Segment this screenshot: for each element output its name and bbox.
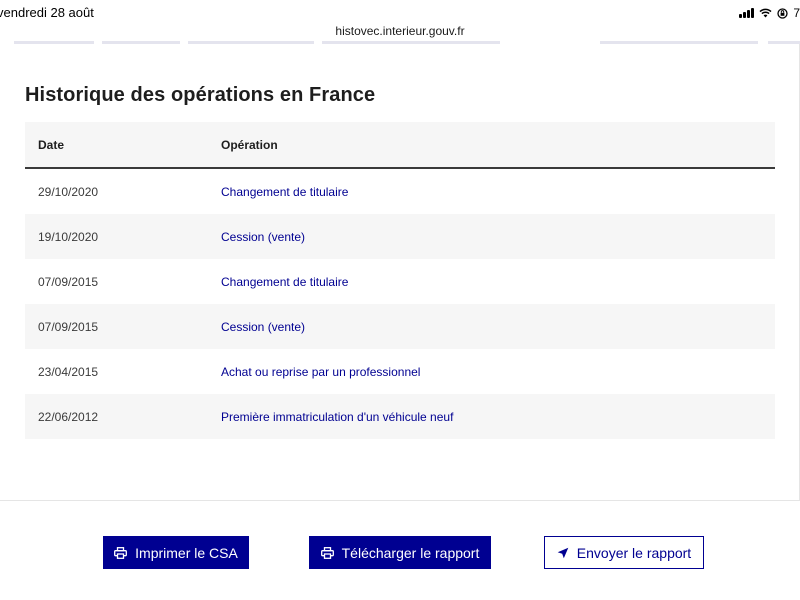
section-title: Historique des opérations en France bbox=[25, 84, 376, 106]
row-date: 07/09/2015 bbox=[38, 275, 99, 289]
battery-percentage: 7 bbox=[793, 6, 800, 20]
table-row: 23/04/2015 Achat ou reprise par un profe… bbox=[25, 349, 775, 394]
url-text: histovec.interieur.gouv.fr bbox=[335, 24, 465, 38]
row-date: 07/09/2015 bbox=[38, 320, 99, 334]
operations-table: Date Opération 29/10/2020 Changement de … bbox=[25, 122, 775, 439]
status-indicators: 7 bbox=[739, 6, 800, 20]
print-csa-button[interactable]: Imprimer le CSA bbox=[103, 536, 249, 569]
history-card: Historique des opérations en France Date… bbox=[0, 44, 800, 501]
rotation-lock-icon bbox=[777, 7, 788, 19]
row-date: 23/04/2015 bbox=[38, 365, 99, 379]
send-report-button[interactable]: Envoyer le rapport bbox=[544, 536, 704, 569]
row-operation-link[interactable]: Cession (vente) bbox=[221, 320, 305, 334]
column-header-operation: Opération bbox=[221, 138, 278, 152]
row-date: 29/10/2020 bbox=[38, 185, 99, 199]
row-date: 22/06/2012 bbox=[38, 410, 99, 424]
table-row: 19/10/2020 Cession (vente) bbox=[25, 214, 775, 259]
row-operation-link[interactable]: Changement de titulaire bbox=[221, 185, 348, 199]
table-row: 07/09/2015 Cession (vente) bbox=[25, 304, 775, 349]
status-date: vendredi 28 août bbox=[0, 5, 94, 20]
send-report-label: Envoyer le rapport bbox=[576, 544, 692, 561]
row-operation-link[interactable]: Première immatriculation d'un véhicule n… bbox=[221, 410, 453, 424]
table-row: 22/06/2012 Première immatriculation d'un… bbox=[25, 394, 775, 439]
table-row: 29/10/2020 Changement de titulaire bbox=[25, 169, 775, 214]
row-date: 19/10/2020 bbox=[38, 230, 99, 244]
row-operation-link[interactable]: Achat ou reprise par un professionnel bbox=[221, 365, 420, 379]
ios-status-bar: vendredi 28 août 7 bbox=[0, 0, 800, 24]
printer-icon bbox=[114, 546, 128, 559]
paper-plane-icon bbox=[557, 547, 569, 558]
wifi-icon bbox=[759, 8, 772, 18]
row-operation-link[interactable]: Changement de titulaire bbox=[221, 275, 348, 289]
table-header: Date Opération bbox=[25, 122, 775, 169]
column-header-date: Date bbox=[38, 138, 65, 152]
cellular-signal-icon bbox=[739, 8, 755, 18]
download-report-label: Télécharger le rapport bbox=[341, 544, 480, 561]
table-row: 07/09/2015 Changement de titulaire bbox=[25, 259, 775, 304]
address-bar[interactable]: histovec.interieur.gouv.fr bbox=[0, 22, 800, 42]
printer-icon bbox=[320, 546, 334, 559]
print-csa-label: Imprimer le CSA bbox=[135, 544, 238, 561]
row-operation-link[interactable]: Cession (vente) bbox=[221, 230, 305, 244]
download-report-button[interactable]: Télécharger le rapport bbox=[309, 536, 491, 569]
